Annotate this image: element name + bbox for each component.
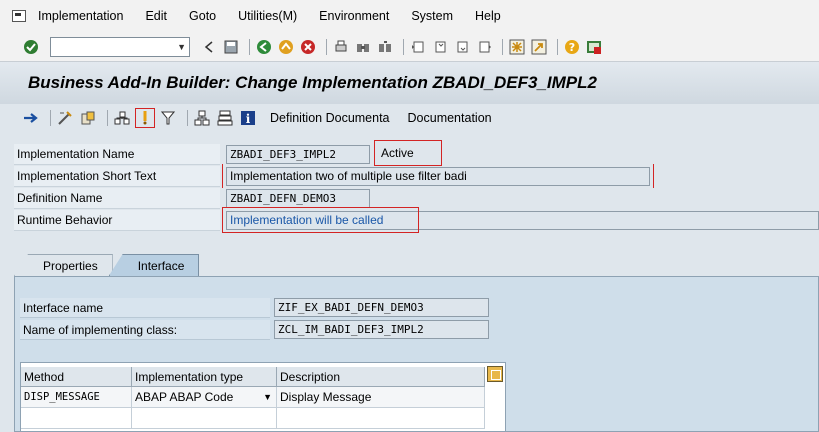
menu-implementation[interactable]: Implementation (38, 9, 123, 23)
system-menu-icon[interactable] (12, 10, 26, 22)
toolbar-separator (557, 38, 558, 55)
methods-table: Method Implementation type Description D… (20, 362, 506, 432)
help-icon[interactable]: ? (563, 38, 581, 56)
definition-documentation-button[interactable]: Definition Documenta (270, 111, 390, 125)
empty-cell (132, 408, 277, 429)
exit-icon[interactable] (277, 38, 295, 56)
tab-properties[interactable]: Properties (14, 254, 113, 276)
interface-name-label: Interface name (20, 298, 270, 318)
enter-check-icon[interactable] (22, 38, 40, 56)
activate-icon[interactable] (135, 108, 155, 128)
page-title: Business Add-In Builder: Change Implemen… (28, 73, 597, 92)
toolbar-separator (187, 110, 188, 126)
filter-icon[interactable] (159, 109, 177, 127)
standard-toolbar: ▼ ? (0, 32, 819, 62)
implementation-type-value: ABAP ABAP Code (135, 390, 234, 404)
collapse-icon[interactable] (200, 38, 218, 56)
toolbar-separator (326, 38, 327, 55)
implementing-class-label: Name of implementing class: (20, 320, 270, 340)
implementation-name-label: Implementation Name (14, 144, 220, 165)
toolbar-separator (403, 38, 404, 55)
interface-name-field[interactable]: ZIF_EX_BADI_DEFN_DEMO3 (274, 298, 489, 317)
layout-menu-icon[interactable] (585, 38, 603, 56)
highlight-short-text-box (222, 164, 654, 188)
menu-environment[interactable]: Environment (319, 9, 389, 23)
runtime-behavior-label: Runtime Behavior (14, 210, 220, 231)
previous-page-icon[interactable] (431, 38, 449, 56)
menu-help[interactable]: Help (475, 9, 501, 23)
implementing-class-field[interactable]: ZCL_IM_BADI_DEF3_IMPL2 (274, 320, 489, 339)
save-icon[interactable] (222, 38, 240, 56)
cancel-icon[interactable] (299, 38, 317, 56)
column-header-description[interactable]: Description (277, 367, 485, 387)
stack-icon[interactable] (216, 109, 234, 127)
empty-cell (277, 408, 485, 429)
method-cell[interactable]: DISP_MESSAGE (21, 387, 132, 408)
menu-bar: Implementation Edit Goto Utilities(M) En… (0, 0, 819, 32)
find-icon[interactable] (354, 38, 372, 56)
arrow-right-icon[interactable] (22, 109, 40, 127)
menu-edit[interactable]: Edit (145, 9, 167, 23)
command-field[interactable]: ▼ (50, 36, 190, 57)
highlight-status-box (374, 140, 442, 166)
info-icon[interactable]: i (239, 109, 257, 127)
back-icon[interactable] (255, 38, 273, 56)
structure-icon[interactable] (193, 109, 211, 127)
toolbar-separator (107, 110, 108, 126)
create-session-icon[interactable] (508, 38, 526, 56)
hierarchy-icon[interactable] (113, 109, 131, 127)
menu-utilities[interactable]: Utilities(M) (238, 9, 297, 23)
menu-system[interactable]: System (411, 9, 453, 23)
chevron-down-icon[interactable]: ▼ (263, 387, 272, 407)
definition-name-label: Definition Name (14, 188, 220, 209)
application-toolbar: i Definition Documenta Documentation (0, 104, 819, 132)
implementation-type-cell[interactable]: ABAP ABAP Code ▼ (132, 387, 277, 408)
table-settings-icon[interactable] (487, 366, 503, 382)
definition-name-field[interactable]: ZBADI_DEFN_DEMO3 (226, 189, 370, 208)
toolbar-separator (50, 110, 51, 126)
tab-interface[interactable]: Interface (108, 254, 200, 276)
next-page-icon[interactable] (453, 38, 471, 56)
other-object-icon[interactable] (79, 109, 97, 127)
toolbar-separator (249, 38, 250, 55)
column-header-implementation-type[interactable]: Implementation type (132, 367, 277, 387)
find-next-icon[interactable] (376, 38, 394, 56)
title-bar: Business Add-In Builder: Change Implemen… (0, 62, 819, 104)
display-change-icon[interactable] (56, 109, 74, 127)
empty-cell (21, 408, 132, 429)
highlight-runtime-box (222, 207, 419, 233)
menu-goto[interactable]: Goto (189, 9, 216, 23)
print-icon[interactable] (332, 38, 350, 56)
svg-text:?: ? (569, 41, 575, 54)
toolbar-separator (502, 38, 503, 55)
last-page-icon[interactable] (475, 38, 493, 56)
tab-strip: Properties Interface (14, 254, 200, 276)
column-header-method[interactable]: Method (21, 367, 132, 387)
documentation-button[interactable]: Documentation (408, 111, 492, 125)
shortcut-icon[interactable] (530, 38, 548, 56)
chevron-down-icon[interactable]: ▼ (177, 42, 186, 52)
first-page-icon[interactable] (409, 38, 427, 56)
implementation-name-field[interactable]: ZBADI_DEF3_IMPL2 (226, 145, 370, 164)
svg-text:i: i (246, 112, 251, 126)
description-cell[interactable]: Display Message (277, 387, 485, 408)
short-text-label: Implementation Short Text (14, 166, 220, 187)
